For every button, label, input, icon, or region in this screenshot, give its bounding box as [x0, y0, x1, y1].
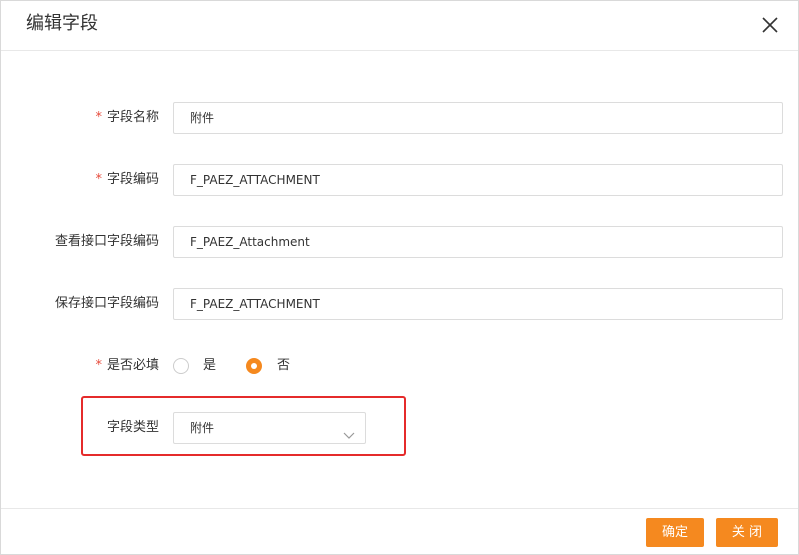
field-code-row: * 字段编码 F_PAEZ_ATTACHMENT [1, 164, 798, 196]
field-type-select[interactable]: 附件 [173, 412, 366, 444]
radio-no[interactable] [246, 358, 262, 374]
dialog-header: 编辑字段 [1, 1, 798, 51]
field-code-label: * 字段编码 [95, 172, 159, 187]
close-button[interactable]: 关 闭 [716, 518, 778, 547]
query-api-code-input[interactable]: F_PAEZ_Attachment [173, 226, 783, 258]
field-code-input[interactable]: F_PAEZ_ATTACHMENT [173, 164, 783, 196]
save-api-code-row: 保存接口字段编码 F_PAEZ_ATTACHMENT [1, 288, 798, 320]
required-mark: * [95, 110, 102, 125]
radio-yes[interactable] [173, 358, 189, 374]
radio-no-label: 否 [277, 358, 291, 373]
confirm-button[interactable]: 确定 [646, 518, 704, 547]
required-mark: * [95, 358, 102, 373]
required-row: * 是否必填 是 否 [1, 350, 798, 382]
edit-field-dialog: 编辑字段 * 字段名称 附件 * 字段编码 F_PAEZ_ATTACHMENT 查看… [0, 0, 799, 555]
chevron-down-icon [343, 422, 355, 439]
field-type-label: 字段类型 [106, 420, 159, 435]
required-label: * 是否必填 [95, 358, 159, 373]
save-api-code-label: 保存接口字段编码 [54, 296, 159, 311]
field-type-selected-value: 附件 [190, 421, 215, 435]
dialog-footer: 确定 关 闭 [1, 508, 798, 555]
field-name-row: * 字段名称 附件 [1, 102, 798, 134]
dialog-title: 编辑字段 [26, 13, 98, 34]
save-api-code-input[interactable]: F_PAEZ_ATTACHMENT [173, 288, 783, 320]
radio-yes-label: 是 [203, 358, 217, 373]
field-type-row: 字段类型 附件 [1, 412, 798, 444]
query-api-code-label: 查看接口字段编码 [54, 234, 159, 249]
field-name-label: * 字段名称 [95, 110, 159, 125]
query-api-code-row: 查看接口字段编码 F_PAEZ_Attachment [1, 226, 798, 258]
field-name-input[interactable]: 附件 [173, 102, 783, 134]
close-icon[interactable] [760, 15, 780, 35]
required-mark: * [95, 172, 102, 187]
